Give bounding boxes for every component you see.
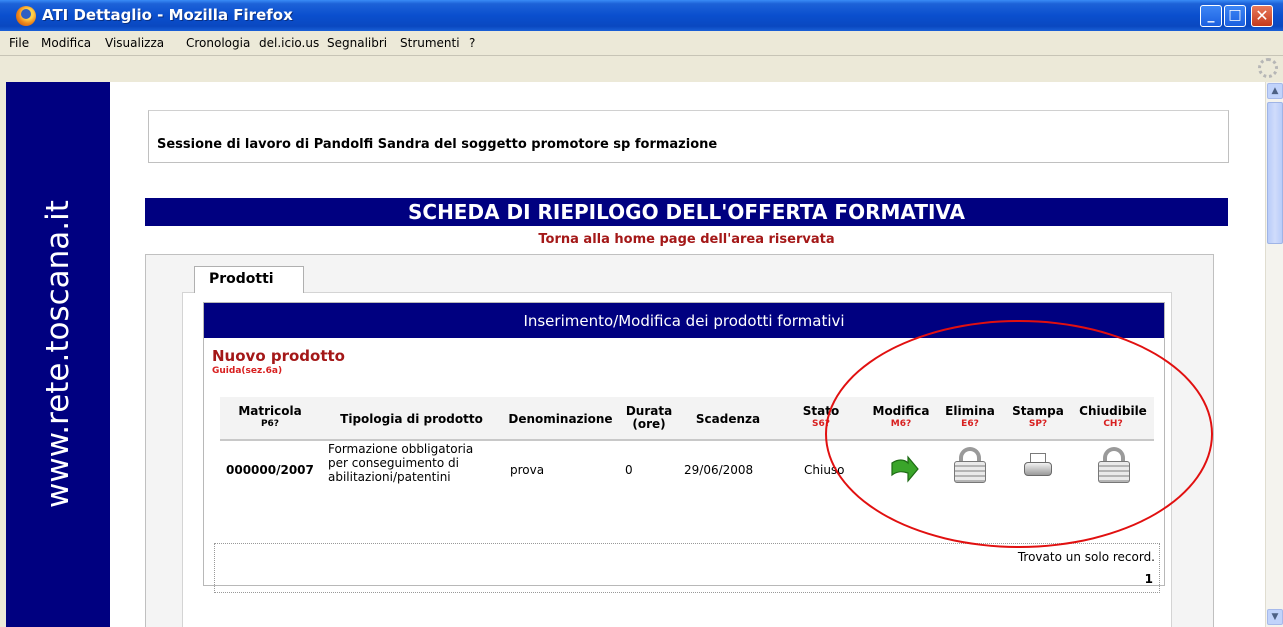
menu-bar: File Modifica Visualizza Cronologia del.… [0,31,1283,56]
column-header-denominazione: Denominazione [503,397,618,441]
menu-modifica[interactable]: Modifica [41,36,91,50]
menu-segnalibri[interactable]: Segnalibri [327,36,387,50]
vertical-scrollbar[interactable]: ▲ ▼ [1265,82,1283,627]
annotation-ellipse [825,320,1213,548]
window-title: ATI Dettaglio - Mozilla Firefox [42,6,293,24]
scroll-up-button[interactable]: ▲ [1267,83,1283,99]
column-label: Durata [625,404,673,418]
close-button[interactable]: ✕ [1251,5,1273,27]
record-count: Trovato un solo record. [1017,550,1155,564]
page-title: SCHEDA DI RIEPILOGO DELL'OFFERTA FORMATI… [145,198,1228,226]
guide-link[interactable]: Guida(sez.6a) [212,366,282,376]
cell-matricola: 000000/2007 [226,463,314,477]
cell-denominazione: prova [510,463,545,477]
column-header-scadenza: Scadenza [680,397,776,441]
cell-tipologia: Formazione obbligatoria per conseguiment… [328,442,473,484]
menu-visualizza[interactable]: Visualizza [105,36,164,50]
throbber-icon [1258,58,1278,78]
column-label: Tipologia di prodotto [340,412,483,426]
page-number-link[interactable]: 1 [1145,572,1153,586]
column-header-matricola: Matricola P6? [220,397,320,441]
minimize-button[interactable]: _ [1200,5,1222,27]
cell-tipologia-line: abilitazioni/patentini [328,470,451,484]
scroll-down-button[interactable]: ▼ [1267,609,1283,625]
column-label: Matricola [238,404,302,418]
scroll-thumb[interactable] [1267,102,1283,244]
menu-cronologia[interactable]: Cronologia [186,36,250,50]
site-url-text: www.rete.toscana.it [40,200,76,508]
cell-scadenza: 29/06/2008 [684,463,754,477]
column-header-durata: Durata (ore) [618,397,680,441]
column-label: Scadenza [695,412,761,426]
menu-file[interactable]: File [9,36,29,50]
column-code-link[interactable]: P6? [220,418,320,431]
column-label: Denominazione [508,412,613,426]
tab-prodotti[interactable]: Prodotti [194,266,304,293]
record-footer: Trovato un solo record. 1 [214,543,1160,593]
column-header-tipologia: Tipologia di prodotto [320,397,503,441]
menu-delicious[interactable]: del.icio.us [259,36,319,50]
session-box: Sessione di lavoro di Pandolfi Sandra de… [148,110,1229,163]
title-bar: ATI Dettaglio - Mozilla Firefox _ □ ✕ [0,0,1283,31]
cell-tipologia-line: per conseguimento di [328,456,459,470]
maximize-button[interactable]: □ [1224,5,1246,27]
sidebar: www.rete.toscana.it [6,82,110,627]
home-link[interactable]: Torna alla home page dell'area riservata [145,232,1228,247]
menu-help[interactable]: ? [469,36,475,50]
menu-strumenti[interactable]: Strumenti [400,36,460,50]
cell-tipologia-line: Formazione obbligatoria [328,442,474,456]
session-info: Sessione di lavoro di Pandolfi Sandra de… [157,137,718,152]
new-product-link[interactable]: Nuovo prodotto [212,347,345,365]
browser-window: ATI Dettaglio - Mozilla Firefox _ □ ✕ Fi… [0,0,1283,627]
firefox-logo-icon [16,6,36,26]
column-label-unit: (ore) [632,417,666,431]
cell-durata: 0 [625,463,633,477]
